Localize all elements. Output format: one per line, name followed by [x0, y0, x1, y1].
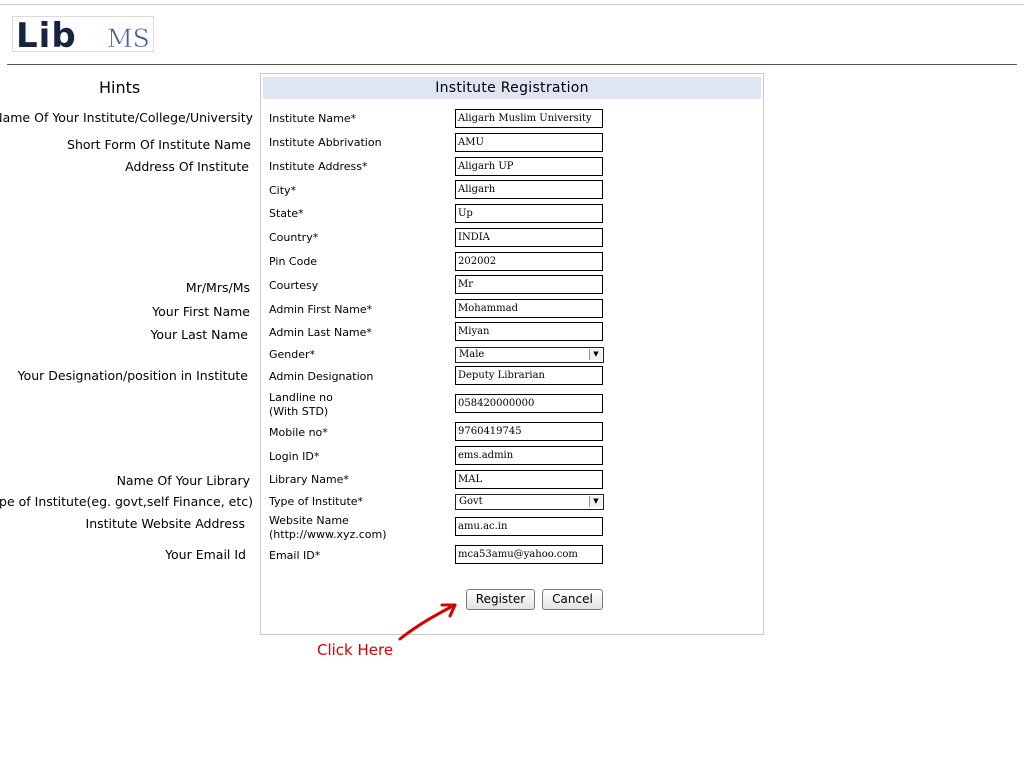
- courtesy-input[interactable]: Mr: [455, 275, 603, 294]
- hint-institute-type: Type of Institute(eg. govt,self Finance,…: [0, 494, 253, 509]
- label-abbreviation: Institute Abbrivation: [269, 136, 382, 149]
- label-designation: Admin Designation: [269, 370, 374, 383]
- state-input[interactable]: Up: [455, 204, 603, 223]
- label-landline-line2: (With STD): [269, 405, 329, 418]
- hint-courtesy: Mr/Mrs/Ms: [185, 280, 250, 295]
- form-title: Institute Registration: [263, 77, 761, 99]
- institute-type-select[interactable]: Govt ▼: [455, 494, 604, 510]
- register-button[interactable]: Register: [466, 589, 535, 610]
- label-courtesy: Courtesy: [269, 279, 319, 292]
- label-website: Website Name (http://www.xyz.com): [269, 514, 387, 542]
- label-pin: Pin Code: [269, 255, 318, 268]
- institute-type-value: Govt: [459, 496, 483, 507]
- label-library: Library Name*: [269, 473, 349, 486]
- label-first-name: Admin First Name*: [269, 303, 373, 316]
- hint-institute-name: Name Of Your Institute/College/Universit…: [0, 110, 253, 125]
- label-state: State*: [269, 207, 304, 220]
- hint-short-form: Short Form Of Institute Name: [67, 137, 251, 152]
- gender-select[interactable]: Male ▼: [455, 347, 604, 363]
- hint-designation: Your Designation/position in Institute: [17, 368, 248, 383]
- hint-library-name: Name Of Your Library: [116, 473, 250, 488]
- landline-input[interactable]: 058420000000: [455, 394, 603, 413]
- cancel-button[interactable]: Cancel: [542, 589, 603, 610]
- website-input[interactable]: amu.ac.in: [455, 517, 603, 536]
- library-input[interactable]: MAL: [455, 470, 603, 489]
- hint-address: Address Of Institute: [125, 159, 249, 174]
- chevron-down-icon[interactable]: ▼: [589, 496, 602, 507]
- click-here-annotation: Click Here: [317, 641, 394, 659]
- hint-email: Your Email Id: [165, 547, 246, 562]
- last-name-input[interactable]: Miyan: [455, 322, 603, 341]
- city-input[interactable]: Aligarh: [455, 180, 603, 199]
- label-login: Login ID*: [269, 450, 320, 463]
- logo-lib-text: Lib: [16, 16, 77, 52]
- first-name-input[interactable]: Mohammad: [455, 299, 603, 318]
- label-mobile: Mobile no*: [269, 426, 328, 439]
- label-country: Country*: [269, 231, 319, 244]
- address-input[interactable]: Aligarh UP: [455, 157, 603, 176]
- abbreviation-input[interactable]: AMU: [455, 133, 603, 152]
- label-address: Institute Address*: [269, 160, 368, 173]
- label-website-line1: Website Name: [269, 514, 349, 527]
- hints-title: Hints: [99, 78, 141, 97]
- hint-last-name: Your Last Name: [150, 327, 248, 342]
- login-input[interactable]: ems.admin: [455, 446, 603, 465]
- label-landline-line1: Landline no: [269, 391, 333, 404]
- hint-first-name: Your First Name: [152, 304, 250, 319]
- libms-logo: Lib MS: [12, 16, 154, 52]
- designation-input[interactable]: Deputy Librarian: [455, 366, 603, 385]
- label-last-name: Admin Last Name*: [269, 326, 372, 339]
- label-email: Email ID*: [269, 549, 321, 562]
- country-input[interactable]: INDIA: [455, 228, 603, 247]
- logo-ms-text: MS: [107, 24, 150, 52]
- chevron-down-icon[interactable]: ▼: [589, 349, 602, 360]
- label-gender: Gender*: [269, 348, 316, 361]
- pointer-arrow-icon: [398, 603, 457, 641]
- label-landline: Landline no (With STD): [269, 391, 333, 419]
- label-city: City*: [269, 184, 297, 197]
- mobile-input[interactable]: 9760419745: [455, 422, 603, 441]
- label-type: Type of Institute*: [269, 495, 364, 508]
- gender-value: Male: [459, 349, 485, 360]
- pin-input[interactable]: 202002: [455, 252, 603, 271]
- top-border: [0, 4, 1024, 5]
- label-institute-name: Institute Name*: [269, 112, 357, 125]
- institute-name-input[interactable]: Aligarh Muslim University: [455, 109, 603, 128]
- hint-website: Institute Website Address: [85, 516, 245, 531]
- header-divider: [7, 64, 1017, 65]
- registration-panel: Institute Registration Institute Name* A…: [260, 73, 764, 635]
- label-website-line2: (http://www.xyz.com): [269, 528, 387, 541]
- email-input[interactable]: mca53amu@yahoo.com: [455, 545, 603, 564]
